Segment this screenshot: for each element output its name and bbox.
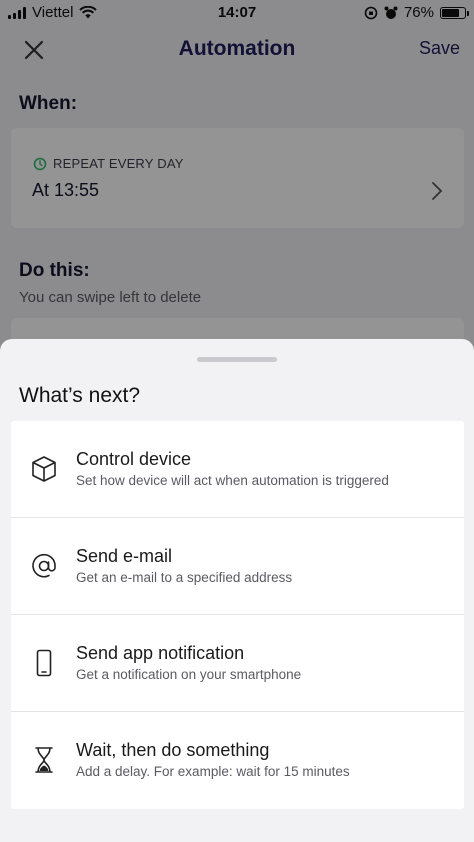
- option-send-app-notification[interactable]: Send app notification Get a notification…: [11, 615, 464, 712]
- option-description: Add a delay. For example: wait for 15 mi…: [76, 764, 350, 779]
- option-wait[interactable]: Wait, then do something Add a delay. For…: [11, 712, 464, 809]
- option-description: Get a notification on your smartphone: [76, 667, 302, 682]
- option-title: Send e-mail: [76, 546, 173, 566]
- option-description: Set how device will act when automation …: [76, 473, 389, 488]
- smartphone-icon: [36, 649, 52, 677]
- option-title: Wait, then do something: [76, 740, 270, 760]
- option-description: Get an e-mail to a specified address: [76, 570, 293, 585]
- option-control-device[interactable]: Control device Set how device will act w…: [11, 421, 464, 518]
- at-sign-icon: [32, 553, 56, 578]
- option-title: Send app notification: [76, 643, 245, 663]
- option-title: Control device: [76, 449, 192, 469]
- cube-icon: [32, 456, 56, 482]
- whats-next-sheet: What’s next? Control device Set how devi…: [0, 339, 474, 842]
- sheet-grabber[interactable]: [197, 357, 277, 362]
- option-send-email[interactable]: Send e-mail Get an e-mail to a specified…: [11, 518, 464, 615]
- options-list: Control device Set how device will act w…: [11, 421, 464, 809]
- sheet-title: What’s next?: [19, 384, 141, 407]
- hourglass-icon: [35, 747, 53, 773]
